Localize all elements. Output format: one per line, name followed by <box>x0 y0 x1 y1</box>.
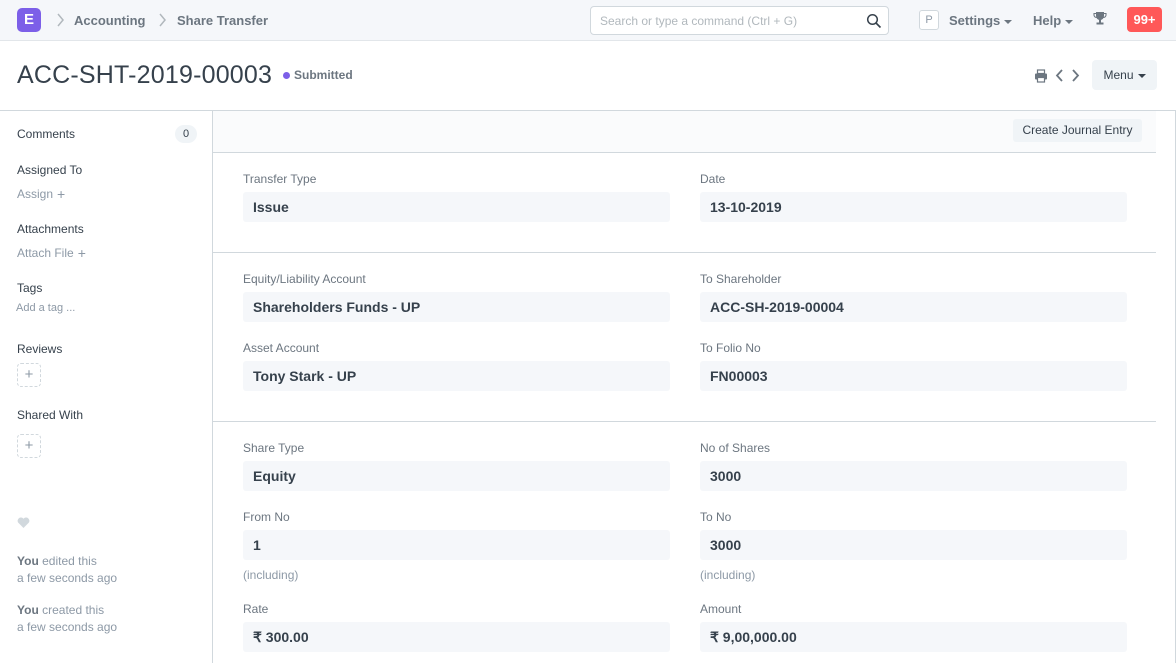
share-type-field[interactable]: Equity <box>243 461 670 491</box>
equity-account-field[interactable]: Shareholders Funds - UP <box>243 292 670 322</box>
to-shareholder-field[interactable]: ACC-SH-2019-00004 <box>700 292 1127 322</box>
plus-icon: + <box>24 437 34 454</box>
assign-label: Assign <box>17 187 54 201</box>
to-no-field[interactable]: 3000 <box>700 530 1127 560</box>
create-journal-entry-button[interactable]: Create Journal Entry <box>1013 119 1142 142</box>
status-indicator-dot <box>283 72 290 79</box>
no-of-shares-field[interactable]: 3000 <box>700 461 1127 491</box>
app-logo[interactable]: E <box>17 8 41 32</box>
attach-file-link[interactable]: Attach File + <box>17 245 86 261</box>
from-no-description: (including) <box>243 568 299 582</box>
help-label: Help <box>1033 13 1062 28</box>
help-dropdown[interactable]: Help <box>1033 13 1074 28</box>
transfer-type-label: Transfer Type <box>243 172 317 186</box>
trophy-icon[interactable] <box>1093 11 1107 27</box>
section-divider <box>213 421 1156 422</box>
search-input[interactable]: Search or type a command (Ctrl + G) <box>590 6 889 35</box>
rate-label: Rate <box>243 602 269 616</box>
attachments-label: Attachments <box>17 222 84 236</box>
add-share-button[interactable]: + <box>17 434 41 458</box>
search-placeholder: Search or type a command (Ctrl + G) <box>600 14 798 28</box>
to-folio-no-field[interactable]: FN00003 <box>700 361 1127 391</box>
timeline-action: edited this <box>38 554 97 568</box>
reviews-label: Reviews <box>17 342 63 356</box>
to-folio-no-label: To Folio No <box>700 341 761 355</box>
from-no-label: From No <box>243 510 290 524</box>
chevron-right-icon[interactable] <box>1071 68 1080 83</box>
amount-field[interactable]: ₹ 9,00,000.00 <box>700 622 1127 652</box>
assign-link[interactable]: Assign + <box>17 186 65 202</box>
breadcrumb-accounting[interactable]: Accounting <box>74 13 146 28</box>
timeline-user[interactable]: You <box>17 554 39 568</box>
heart-icon[interactable] <box>17 517 30 529</box>
date-field[interactable]: 13-10-2019 <box>700 192 1127 222</box>
amount-label: Amount <box>700 602 742 616</box>
plus-icon: + <box>57 186 66 202</box>
form-toolbar: Create Journal Entry <box>213 111 1156 153</box>
timeline-item-created: You created this <box>17 603 104 617</box>
asset-account-label: Asset Account <box>243 341 320 355</box>
timeline-item-edited: You edited this <box>17 554 97 568</box>
notifications-badge[interactable]: 99+ <box>1127 7 1162 32</box>
form-sidebar: Comments 0 Assigned To Assign + Attachmen… <box>0 111 212 663</box>
page-head: ACC-SHT-2019-00003 Submitted Menu <box>0 41 1176 111</box>
comments-count-badge: 0 <box>175 125 197 143</box>
transfer-type-field[interactable]: Issue <box>243 192 670 222</box>
to-no-label: To No <box>700 510 732 524</box>
no-of-shares-label: No of Shares <box>700 441 771 455</box>
plus-icon: + <box>77 245 86 261</box>
chevron-right-icon <box>57 13 64 27</box>
settings-label: Settings <box>949 13 1001 28</box>
timeline-time: a few seconds ago <box>17 571 118 585</box>
navbar: E Accounting Share Transfer Search or ty… <box>0 0 1176 41</box>
date-label: Date <box>700 172 726 186</box>
caret-down-icon <box>1004 19 1013 24</box>
form-layout: Create Journal Entry Transfer Type Issue… <box>212 111 1176 663</box>
settings-dropdown[interactable]: Settings <box>949 13 1013 28</box>
rate-field[interactable]: ₹ 300.00 <box>243 622 670 652</box>
timeline-time: a few seconds ago <box>17 620 118 634</box>
add-tag-link[interactable]: Add a tag ... <box>16 302 75 314</box>
print-icon[interactable] <box>1034 69 1048 83</box>
search-icon[interactable] <box>866 13 882 29</box>
comments-label[interactable]: Comments <box>17 127 75 141</box>
section-divider <box>213 252 1156 253</box>
user-avatar[interactable]: P <box>919 10 939 30</box>
timeline-action: created this <box>38 603 105 617</box>
from-no-field[interactable]: 1 <box>243 530 670 560</box>
assigned-to-label: Assigned To <box>17 163 83 177</box>
asset-account-field[interactable]: Tony Stark - UP <box>243 361 670 391</box>
page-title: ACC-SHT-2019-00003 <box>17 61 273 89</box>
to-shareholder-label: To Shareholder <box>700 272 782 286</box>
equity-account-label: Equity/Liability Account <box>243 272 366 286</box>
share-type-label: Share Type <box>243 441 305 455</box>
timeline-user[interactable]: You <box>17 603 39 617</box>
plus-icon: + <box>24 366 34 383</box>
shared-with-label: Shared With <box>17 408 84 422</box>
add-review-button[interactable]: + <box>17 363 41 387</box>
chevron-left-icon[interactable] <box>1055 68 1064 83</box>
chevron-right-icon <box>159 13 166 27</box>
breadcrumb-share-transfer[interactable]: Share Transfer <box>177 13 268 28</box>
menu-label: Menu <box>1103 68 1134 82</box>
menu-button[interactable]: Menu <box>1092 60 1157 90</box>
tags-label: Tags <box>17 281 43 295</box>
caret-down-icon <box>1137 73 1146 78</box>
to-no-description: (including) <box>700 568 756 582</box>
status-badge: Submitted <box>294 68 353 82</box>
caret-down-icon <box>1065 19 1074 24</box>
attach-file-label: Attach File <box>17 246 74 260</box>
